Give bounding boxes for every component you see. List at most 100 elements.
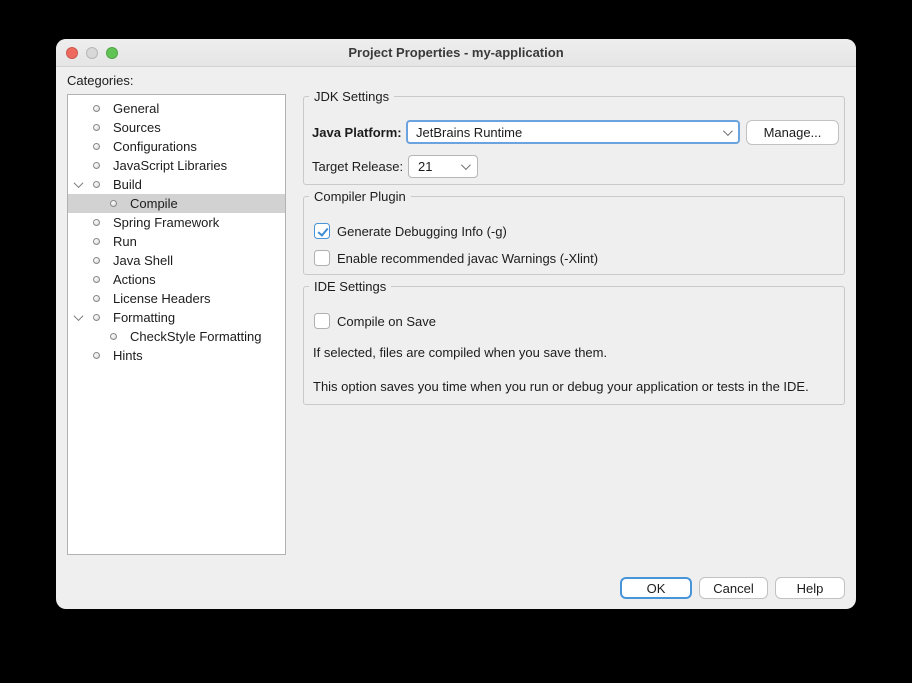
tree-item-run[interactable]: Run (68, 232, 285, 251)
node-bullet-icon (110, 200, 117, 207)
chevron-slot (89, 198, 101, 210)
tree-item-compile[interactable]: Compile (68, 194, 285, 213)
chevron-slot (72, 160, 84, 172)
tree-item-label: Actions (113, 272, 156, 287)
node-bullet-icon (93, 257, 100, 264)
tree-item-label: Hints (113, 348, 143, 363)
ide-settings-group: IDE Settings Compile on Save If selected… (303, 286, 845, 405)
chevron-slot (72, 236, 84, 248)
manage-button-label: Manage... (764, 125, 822, 140)
project-properties-dialog: Project Properties - my-application Cate… (56, 39, 856, 609)
xlint-label: Enable recommended javac Warnings (-Xlin… (337, 251, 598, 266)
tree-item-label: JavaScript Libraries (113, 158, 227, 173)
compile-on-save-checkbox[interactable] (314, 313, 330, 329)
cancel-button-label: Cancel (713, 581, 753, 596)
tree-item-label: Run (113, 234, 137, 249)
node-bullet-icon (93, 238, 100, 245)
java-platform-combobox[interactable]: JetBrains Runtime (406, 120, 740, 144)
tree-item-configurations[interactable]: Configurations (68, 137, 285, 156)
tree-item-hints[interactable]: Hints (68, 346, 285, 365)
xlint-row: Enable recommended javac Warnings (-Xlin… (314, 250, 598, 266)
window-title: Project Properties - my-application (348, 45, 563, 60)
tree-item-license-headers[interactable]: License Headers (68, 289, 285, 308)
cancel-button[interactable]: Cancel (699, 577, 768, 599)
tree-item-label: Configurations (113, 139, 197, 154)
help-button-label: Help (797, 581, 824, 596)
chevron-down-icon (73, 311, 83, 321)
tree-item-actions[interactable]: Actions (68, 270, 285, 289)
tree-item-label: General (113, 101, 159, 116)
chevron-down-icon (461, 160, 471, 170)
node-bullet-icon (93, 162, 100, 169)
node-bullet-icon (93, 295, 100, 302)
node-bullet-icon (93, 105, 100, 112)
java-platform-label: Java Platform: (312, 125, 402, 140)
ok-button-label: OK (647, 581, 666, 596)
node-bullet-icon (93, 276, 100, 283)
zoom-button[interactable] (106, 47, 118, 59)
tree-item-label: Java Shell (113, 253, 173, 268)
tree-item-build[interactable]: Build (68, 175, 285, 194)
chevron-slot (72, 350, 84, 362)
ok-button[interactable]: OK (620, 577, 692, 599)
tree-item-label: License Headers (113, 291, 211, 306)
chevron-down-icon[interactable] (72, 179, 84, 191)
tree-item-label: Sources (113, 120, 161, 135)
tree-item-label: Build (113, 177, 142, 192)
generate-debug-row: Generate Debugging Info (-g) (314, 223, 507, 239)
jdk-settings-group: JDK Settings Java Platform: JetBrains Ru… (303, 96, 845, 185)
chevron-slot (89, 331, 101, 343)
chevron-slot (72, 255, 84, 267)
help-button[interactable]: Help (775, 577, 845, 599)
manage-button[interactable]: Manage... (746, 120, 839, 145)
chevron-down-icon (73, 178, 83, 188)
chevron-slot (72, 274, 84, 286)
target-release-label: Target Release: (312, 159, 403, 174)
chevron-slot (72, 217, 84, 229)
tree-item-label: CheckStyle Formatting (130, 329, 262, 344)
node-bullet-icon (93, 352, 100, 359)
close-button[interactable] (66, 47, 78, 59)
tree-item-java-shell[interactable]: Java Shell (68, 251, 285, 270)
tree-item-label: Compile (130, 196, 178, 211)
tree-item-label: Spring Framework (113, 215, 219, 230)
tree-item-spring-framework[interactable]: Spring Framework (68, 213, 285, 232)
compile-on-save-row: Compile on Save (314, 313, 436, 329)
compiler-plugin-title: Compiler Plugin (309, 189, 411, 204)
java-platform-value: JetBrains Runtime (416, 125, 522, 140)
titlebar[interactable]: Project Properties - my-application (56, 39, 856, 67)
chevron-slot (72, 103, 84, 115)
tree-item-javascript-libraries[interactable]: JavaScript Libraries (68, 156, 285, 175)
target-release-value: 21 (418, 159, 432, 174)
tree-item-label: Formatting (113, 310, 175, 325)
jdk-settings-title: JDK Settings (309, 89, 394, 104)
target-release-combobox[interactable]: 21 (408, 155, 478, 178)
node-bullet-icon (93, 181, 100, 188)
chevron-down-icon (723, 126, 733, 136)
chevron-slot (72, 122, 84, 134)
compile-on-save-note-2: This option saves you time when you run … (313, 379, 809, 394)
node-bullet-icon (93, 124, 100, 131)
chevron-down-icon[interactable] (72, 312, 84, 324)
tree-item-formatting[interactable]: Formatting (68, 308, 285, 327)
compiler-plugin-group: Compiler Plugin Generate Debugging Info … (303, 196, 845, 275)
categories-tree[interactable]: General Sources Configurations JavaScript L… (67, 94, 286, 555)
node-bullet-icon (93, 143, 100, 150)
node-bullet-icon (93, 219, 100, 226)
chevron-slot (72, 293, 84, 305)
tree-item-sources[interactable]: Sources (68, 118, 285, 137)
tree-item-general[interactable]: General (68, 99, 285, 118)
node-bullet-icon (110, 333, 117, 340)
xlint-checkbox[interactable] (314, 250, 330, 266)
minimize-button[interactable] (86, 47, 98, 59)
compile-on-save-label: Compile on Save (337, 314, 436, 329)
ide-settings-title: IDE Settings (309, 279, 391, 294)
categories-label: Categories: (67, 73, 133, 88)
generate-debug-label: Generate Debugging Info (-g) (337, 224, 507, 239)
window-controls (66, 47, 118, 59)
tree-item-checkstyle-formatting[interactable]: CheckStyle Formatting (68, 327, 285, 346)
compile-on-save-note: If selected, files are compiled when you… (313, 345, 607, 360)
chevron-slot (72, 141, 84, 153)
generate-debug-checkbox[interactable] (314, 223, 330, 239)
node-bullet-icon (93, 314, 100, 321)
